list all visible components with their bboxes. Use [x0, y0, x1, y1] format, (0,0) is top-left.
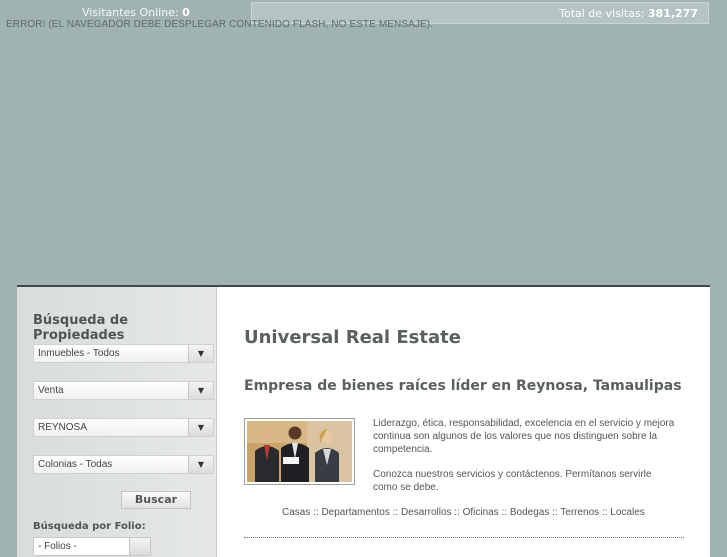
folio-search-label: Búsqueda por Folio: [33, 521, 146, 532]
intro-text: Liderazgo, ética, responsabilidad, excel… [373, 417, 678, 506]
neighborhood-select[interactable]: Colonias - Todas ▼ [33, 455, 214, 474]
chevron-down-icon[interactable]: ▼ [188, 456, 213, 473]
total-visits-count: 381,277 [647, 7, 698, 20]
page-title: Universal Real Estate [244, 327, 461, 348]
city-select[interactable]: REYNOSA ▼ [33, 418, 214, 437]
divider [244, 537, 684, 538]
city-value: REYNOSA [38, 422, 87, 433]
flash-error-message: ERROR! (EL NAVEGADOR DEBE DESPLEGAR CONT… [6, 19, 434, 30]
operation-select[interactable]: Venta ▼ [33, 381, 214, 400]
visitors-online-count: 0 [182, 6, 190, 19]
folio-select-value: - Folios - [38, 541, 77, 552]
chevron-down-icon[interactable]: ▼ [188, 382, 213, 399]
property-type-select[interactable]: Inmuebles - Todos ▼ [33, 344, 214, 363]
total-visits-label: Total de visitas: [559, 7, 645, 20]
neighborhood-value: Colonias - Todas [38, 459, 113, 470]
folio-select[interactable]: - Folios - [33, 537, 151, 556]
business-team-image [247, 421, 352, 482]
property-categories-links[interactable]: Casas :: Departamentos :: Desarrollos ::… [282, 507, 645, 518]
chevron-down-icon[interactable] [129, 538, 150, 555]
operation-value: Venta [38, 385, 64, 396]
sidebar-title: Búsqueda de Propiedades [33, 313, 129, 343]
property-search-sidebar: Búsqueda de Propiedades Inmuebles - Todo… [17, 287, 217, 557]
main-panel: Búsqueda de Propiedades Inmuebles - Todo… [17, 285, 710, 557]
chevron-down-icon[interactable]: ▼ [188, 419, 213, 436]
property-type-value: Inmuebles - Todos [38, 348, 120, 359]
page-subtitle: Empresa de bienes raíces líder en Reynos… [244, 378, 682, 394]
visitors-online-label: Visitantes Online: [82, 6, 179, 19]
visitors-online: Visitantes Online: 0 [82, 6, 190, 19]
business-team-photo [244, 418, 355, 485]
chevron-down-icon[interactable]: ▼ [188, 345, 213, 362]
search-button[interactable]: Buscar [121, 491, 191, 509]
contact-paragraph: Conozca nuestros servicios y contáctenos… [373, 469, 652, 493]
intro-paragraph: Liderazgo, ética, responsabilidad, excel… [373, 418, 675, 455]
total-visits: Total de visitas: 381,277 [559, 7, 698, 20]
